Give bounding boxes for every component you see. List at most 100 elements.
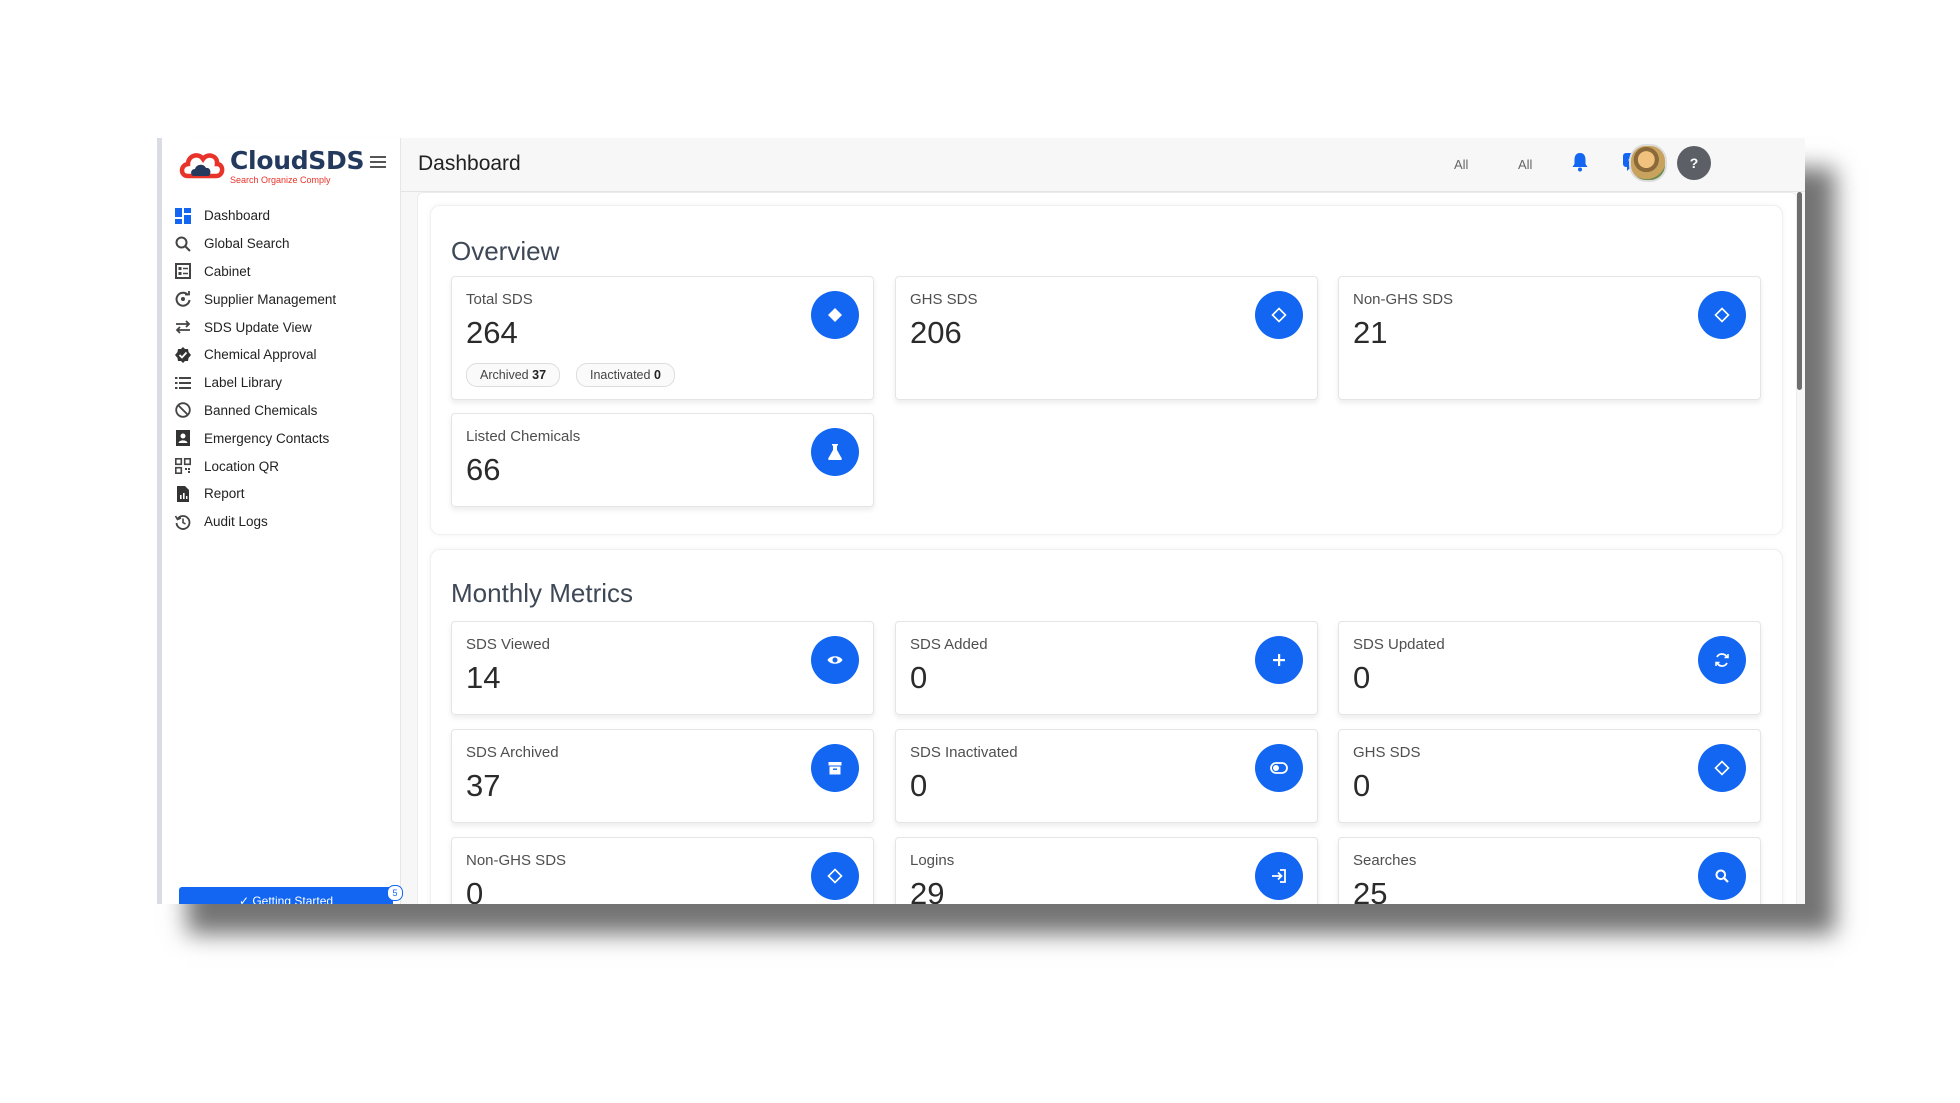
card-sds-added[interactable]: SDS Added 0 <box>895 621 1318 715</box>
sidebar-item-label: Label Library <box>204 375 283 391</box>
archived-pill: Archived 37 <box>466 363 561 387</box>
dashboard-icon <box>174 207 192 225</box>
sidebar-item-label: Chemical Approval <box>204 347 317 363</box>
page-title: Dashboard <box>418 152 521 175</box>
sidebar-item-chemical-approval[interactable]: Chemical Approval <box>174 341 394 369</box>
card-value: 14 <box>466 660 501 695</box>
card-label: Total SDS <box>466 291 533 308</box>
app-window: CloudSDS Search Organize Comply Dashboar… <box>157 138 1805 904</box>
sidebar-item-label: Audit Logs <box>204 514 268 530</box>
overview-section: Overview Total SDS 264 Archived 37 Inact… <box>430 205 1783 535</box>
sidebar-item-supplier-management[interactable]: Supplier Management <box>174 285 394 313</box>
card-value: 37 <box>466 768 501 803</box>
sidebar: CloudSDS Search Organize Comply Dashboar… <box>162 138 403 904</box>
supplier-icon <box>174 290 192 308</box>
card-total-sds[interactable]: Total SDS 264 Archived 37 Inactivated 0 <box>451 276 874 400</box>
sidebar-item-location-qr[interactable]: Location QR <box>174 452 394 480</box>
sidebar-item-label: Cabinet <box>204 263 251 279</box>
sidebar-item-label: Location QR <box>204 458 280 474</box>
sidebar-item-banned-chemicals[interactable]: Banned Chemicals <box>174 397 394 425</box>
diamond-filled-icon[interactable] <box>811 291 859 339</box>
cloud-logo-icon <box>179 153 225 179</box>
card-value: 0 <box>1353 768 1371 803</box>
monthly-metrics-title: Monthly Metrics <box>451 578 634 608</box>
card-searches[interactable]: Searches 25 <box>1338 837 1761 904</box>
card-sds-viewed[interactable]: SDS Viewed 14 <box>451 621 874 715</box>
sidebar-item-label-library[interactable]: Label Library <box>174 369 394 397</box>
diamond-outline-icon[interactable] <box>1255 291 1303 339</box>
qr-code-icon <box>174 457 192 475</box>
avatar[interactable] <box>1629 144 1667 182</box>
sidebar-item-label: Global Search <box>204 236 290 252</box>
getting-started-button[interactable]: ✓ Getting Started <box>179 887 393 904</box>
sidebar-item-dashboard[interactable]: Dashboard <box>174 202 394 230</box>
diamond-outline-icon[interactable] <box>811 852 859 900</box>
card-label: SDS Archived <box>466 744 559 761</box>
card-value: 0 <box>910 768 928 803</box>
sidebar-item-label: Dashboard <box>204 208 271 224</box>
card-label: Logins <box>910 852 955 869</box>
diamond-outline-icon[interactable] <box>1698 744 1746 792</box>
main-content: Overview Total SDS 264 Archived 37 Inact… <box>417 192 1797 904</box>
sidebar-item-audit-logs[interactable]: Audit Logs <box>174 508 394 536</box>
sidebar-nav: Dashboard Global Search Cabinet Supplier… <box>174 202 394 536</box>
login-icon[interactable] <box>1255 852 1303 900</box>
history-icon <box>174 513 192 531</box>
search-icon[interactable] <box>1698 852 1746 900</box>
card-non-ghs-sds-monthly[interactable]: Non-GHS SDS 0 <box>451 837 874 904</box>
card-value: 206 <box>910 315 962 350</box>
card-value: 264 <box>466 315 518 350</box>
archived-value: 37 <box>532 368 547 382</box>
card-label: SDS Viewed <box>466 636 550 653</box>
sidebar-item-label: Supplier Management <box>204 291 337 307</box>
card-value: 0 <box>1353 660 1371 695</box>
help-icon[interactable]: ? <box>1677 146 1711 180</box>
search-icon <box>174 235 192 253</box>
ban-icon <box>174 401 192 419</box>
card-non-ghs-sds[interactable]: Non-GHS SDS 21 <box>1338 276 1761 400</box>
sidebar-item-cabinet[interactable]: Cabinet <box>174 258 394 286</box>
flask-icon[interactable] <box>811 428 859 476</box>
menu-toggle-icon[interactable] <box>370 156 386 171</box>
sidebar-item-global-search[interactable]: Global Search <box>174 230 394 258</box>
card-sds-archived[interactable]: SDS Archived 37 <box>451 729 874 823</box>
card-listed-chemicals[interactable]: Listed Chemicals 66 <box>451 413 874 507</box>
plus-icon[interactable] <box>1255 636 1303 684</box>
archive-icon[interactable] <box>811 744 859 792</box>
card-ghs-sds-monthly[interactable]: GHS SDS 0 <box>1338 729 1761 823</box>
card-label: SDS Added <box>910 636 988 653</box>
card-logins[interactable]: Logins 29 <box>895 837 1318 904</box>
diamond-outline-icon[interactable] <box>1698 291 1746 339</box>
inactivated-value: 0 <box>653 368 661 382</box>
cabinet-icon <box>174 262 192 280</box>
card-value: 25 <box>1353 876 1388 904</box>
eye-icon[interactable] <box>811 636 859 684</box>
sidebar-item-emergency-contacts[interactable]: Emergency Contacts <box>174 424 394 452</box>
sidebar-item-label: Emergency Contacts <box>204 430 330 446</box>
refresh-icon[interactable] <box>1698 636 1746 684</box>
logo-tagline: Search Organize Comply <box>230 175 331 185</box>
contact-card-icon <box>174 429 192 447</box>
logo[interactable]: CloudSDS Search Organize Comply <box>178 144 364 185</box>
card-ghs-sds[interactable]: GHS SDS 206 <box>895 276 1318 400</box>
card-sds-updated[interactable]: SDS Updated 0 <box>1338 621 1761 715</box>
card-label: GHS SDS <box>1353 744 1421 761</box>
sidebar-item-label: Banned Chemicals <box>204 402 318 418</box>
card-value: 0 <box>910 660 928 695</box>
toggle-off-icon[interactable] <box>1255 744 1303 792</box>
scrollbar[interactable] <box>1797 192 1802 390</box>
sidebar-item-label: SDS Update View <box>204 319 312 335</box>
card-value: 0 <box>466 876 484 904</box>
card-value: 66 <box>466 452 501 487</box>
bell-icon[interactable] <box>1571 152 1589 177</box>
card-value: 21 <box>1353 315 1388 350</box>
sidebar-item-sds-update-view[interactable]: SDS Update View <box>174 313 394 341</box>
card-sds-inactivated[interactable]: SDS Inactivated 0 <box>895 729 1318 823</box>
getting-started-label: Getting Started <box>252 894 334 904</box>
sidebar-item-report[interactable]: Report <box>174 480 394 508</box>
inactivated-pill: Inactivated 0 <box>576 363 675 387</box>
filter-dropdown-1[interactable]: All <box>1454 157 1468 172</box>
logo-name: CloudSDS <box>230 146 365 175</box>
filter-dropdown-2[interactable]: All <box>1518 157 1532 172</box>
approval-badge-icon <box>174 346 192 364</box>
